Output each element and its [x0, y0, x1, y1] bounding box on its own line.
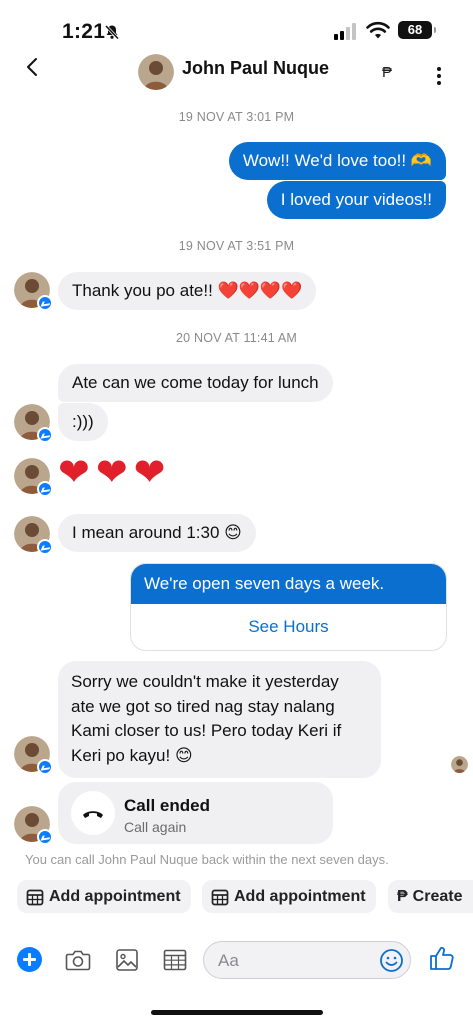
message-input[interactable] — [218, 949, 378, 973]
more-icon[interactable] — [432, 66, 446, 86]
calendar-icon[interactable] — [161, 946, 189, 974]
bell-slash-icon — [104, 24, 120, 40]
image-icon[interactable] — [113, 946, 141, 974]
sender-avatar[interactable] — [14, 806, 53, 845]
status-time: 1:21 — [62, 20, 106, 43]
business-hours-card: We're open seven days a week. See Hours — [130, 563, 447, 651]
chip-label: Add appointment — [234, 887, 366, 905]
see-hours-button[interactable]: See Hours — [131, 604, 446, 650]
messenger-badge-icon — [37, 539, 53, 555]
messenger-badge-icon — [37, 759, 53, 775]
incoming-message[interactable]: Ate can we come today for lunch — [58, 364, 333, 402]
timestamp: 19 NOV AT 3:01 PM — [178, 110, 295, 124]
seen-indicator-avatar — [451, 756, 468, 773]
add-appointment-chip[interactable]: Add appointment — [17, 880, 191, 913]
callback-note: You can call John Paul Nuque back within… — [25, 852, 389, 867]
payment-icon[interactable]: ₱ — [382, 64, 392, 81]
add-appointment-chip[interactable]: Add appointment — [202, 880, 376, 913]
wifi-icon — [366, 21, 390, 39]
timestamp: 20 NOV AT 11:41 AM — [175, 331, 298, 345]
incoming-message[interactable]: :))) — [58, 403, 108, 441]
messenger-badge-icon — [37, 427, 53, 443]
message-input-box[interactable] — [203, 941, 411, 979]
sender-avatar[interactable] — [14, 736, 53, 775]
messenger-badge-icon — [37, 829, 53, 845]
battery-indicator: 68 — [398, 21, 436, 39]
phone-hangup-icon — [83, 811, 103, 818]
like-icon[interactable] — [428, 944, 456, 972]
hours-card-text: We're open seven days a week. — [131, 564, 446, 604]
sender-avatar[interactable] — [14, 272, 53, 311]
call-again-link[interactable]: Call again — [124, 819, 186, 835]
outgoing-message[interactable]: I loved your videos!! — [266, 181, 446, 219]
messenger-badge-icon — [37, 295, 53, 311]
messenger-badge-icon — [37, 481, 53, 497]
sender-avatar[interactable] — [14, 516, 53, 555]
chip-label: Add appointment — [49, 887, 181, 905]
outgoing-message[interactable]: Wow!! We'd love too!! 🫶 — [228, 142, 446, 180]
call-title: Call ended — [124, 796, 210, 815]
camera-icon[interactable] — [64, 946, 92, 974]
incoming-message[interactable]: Thank you po ate!! ❤️❤️❤️❤️ — [58, 272, 317, 310]
sender-avatar[interactable] — [14, 404, 53, 443]
incoming-message[interactable]: Sorry we couldn't make it yesterday ate … — [58, 661, 381, 778]
contact-name[interactable]: John Paul Nuque — [182, 58, 329, 79]
peso-icon: ₱ — [397, 887, 408, 905]
calendar-icon — [211, 889, 229, 905]
call-again-button[interactable] — [71, 791, 115, 835]
chip-label: Create — [412, 887, 463, 905]
back-icon[interactable] — [22, 56, 44, 78]
conversation-header: John Paul Nuque ₱ — [0, 52, 473, 96]
sender-avatar[interactable] — [14, 458, 53, 497]
signal-icon — [334, 22, 356, 40]
create-chip[interactable]: ₱ Create — [388, 880, 473, 913]
calendar-icon — [26, 889, 44, 905]
status-bar: 1:21 68 — [0, 0, 473, 60]
timestamp: 19 NOV AT 3:51 PM — [178, 239, 295, 253]
emoji-icon[interactable] — [379, 948, 404, 973]
contact-avatar[interactable] — [138, 54, 174, 90]
message-composer — [0, 935, 473, 985]
incoming-message[interactable]: I mean around 1:30 😊 — [58, 514, 256, 552]
emoji-message[interactable]: ❤❤❤ — [58, 450, 172, 496]
home-indicator — [151, 1010, 323, 1015]
call-ended-card[interactable]: Call ended Call again — [58, 782, 333, 844]
plus-icon[interactable] — [17, 947, 42, 972]
